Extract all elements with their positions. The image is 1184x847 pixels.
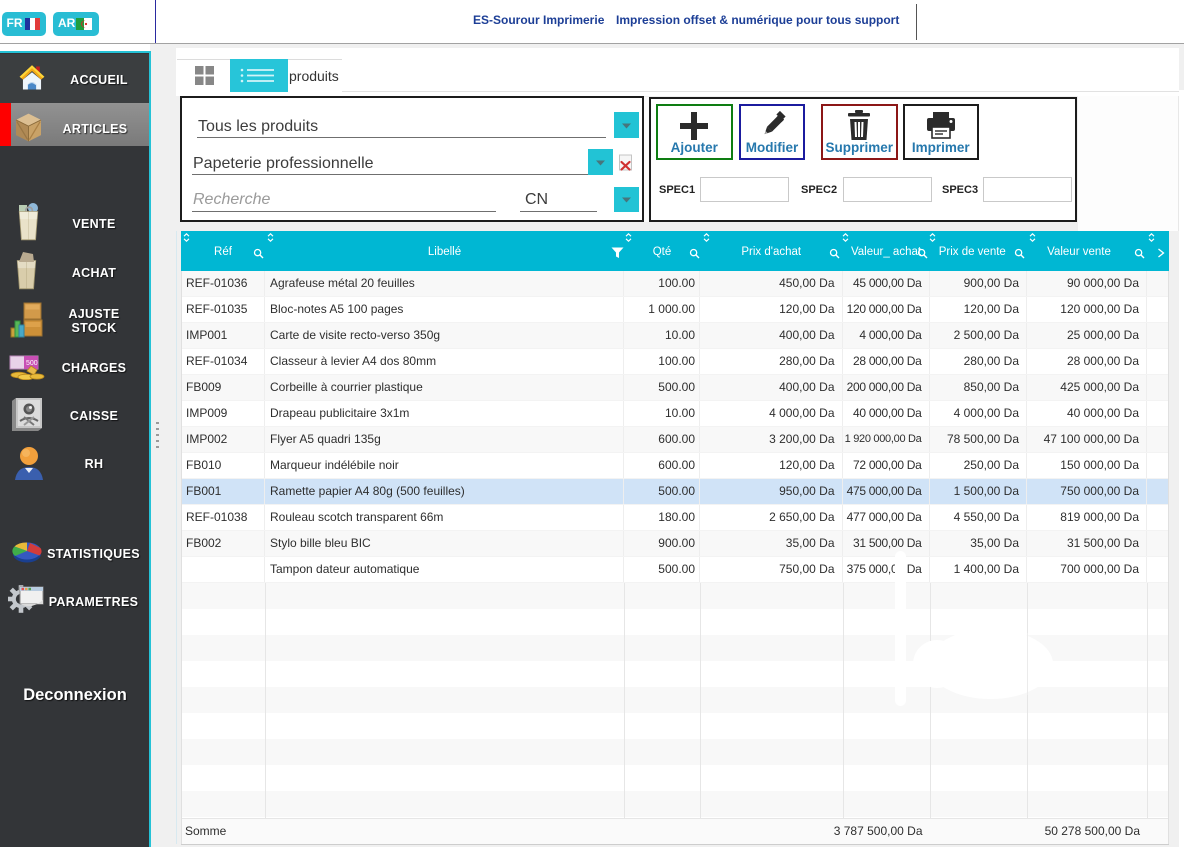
svg-text:500: 500 (26, 360, 38, 367)
